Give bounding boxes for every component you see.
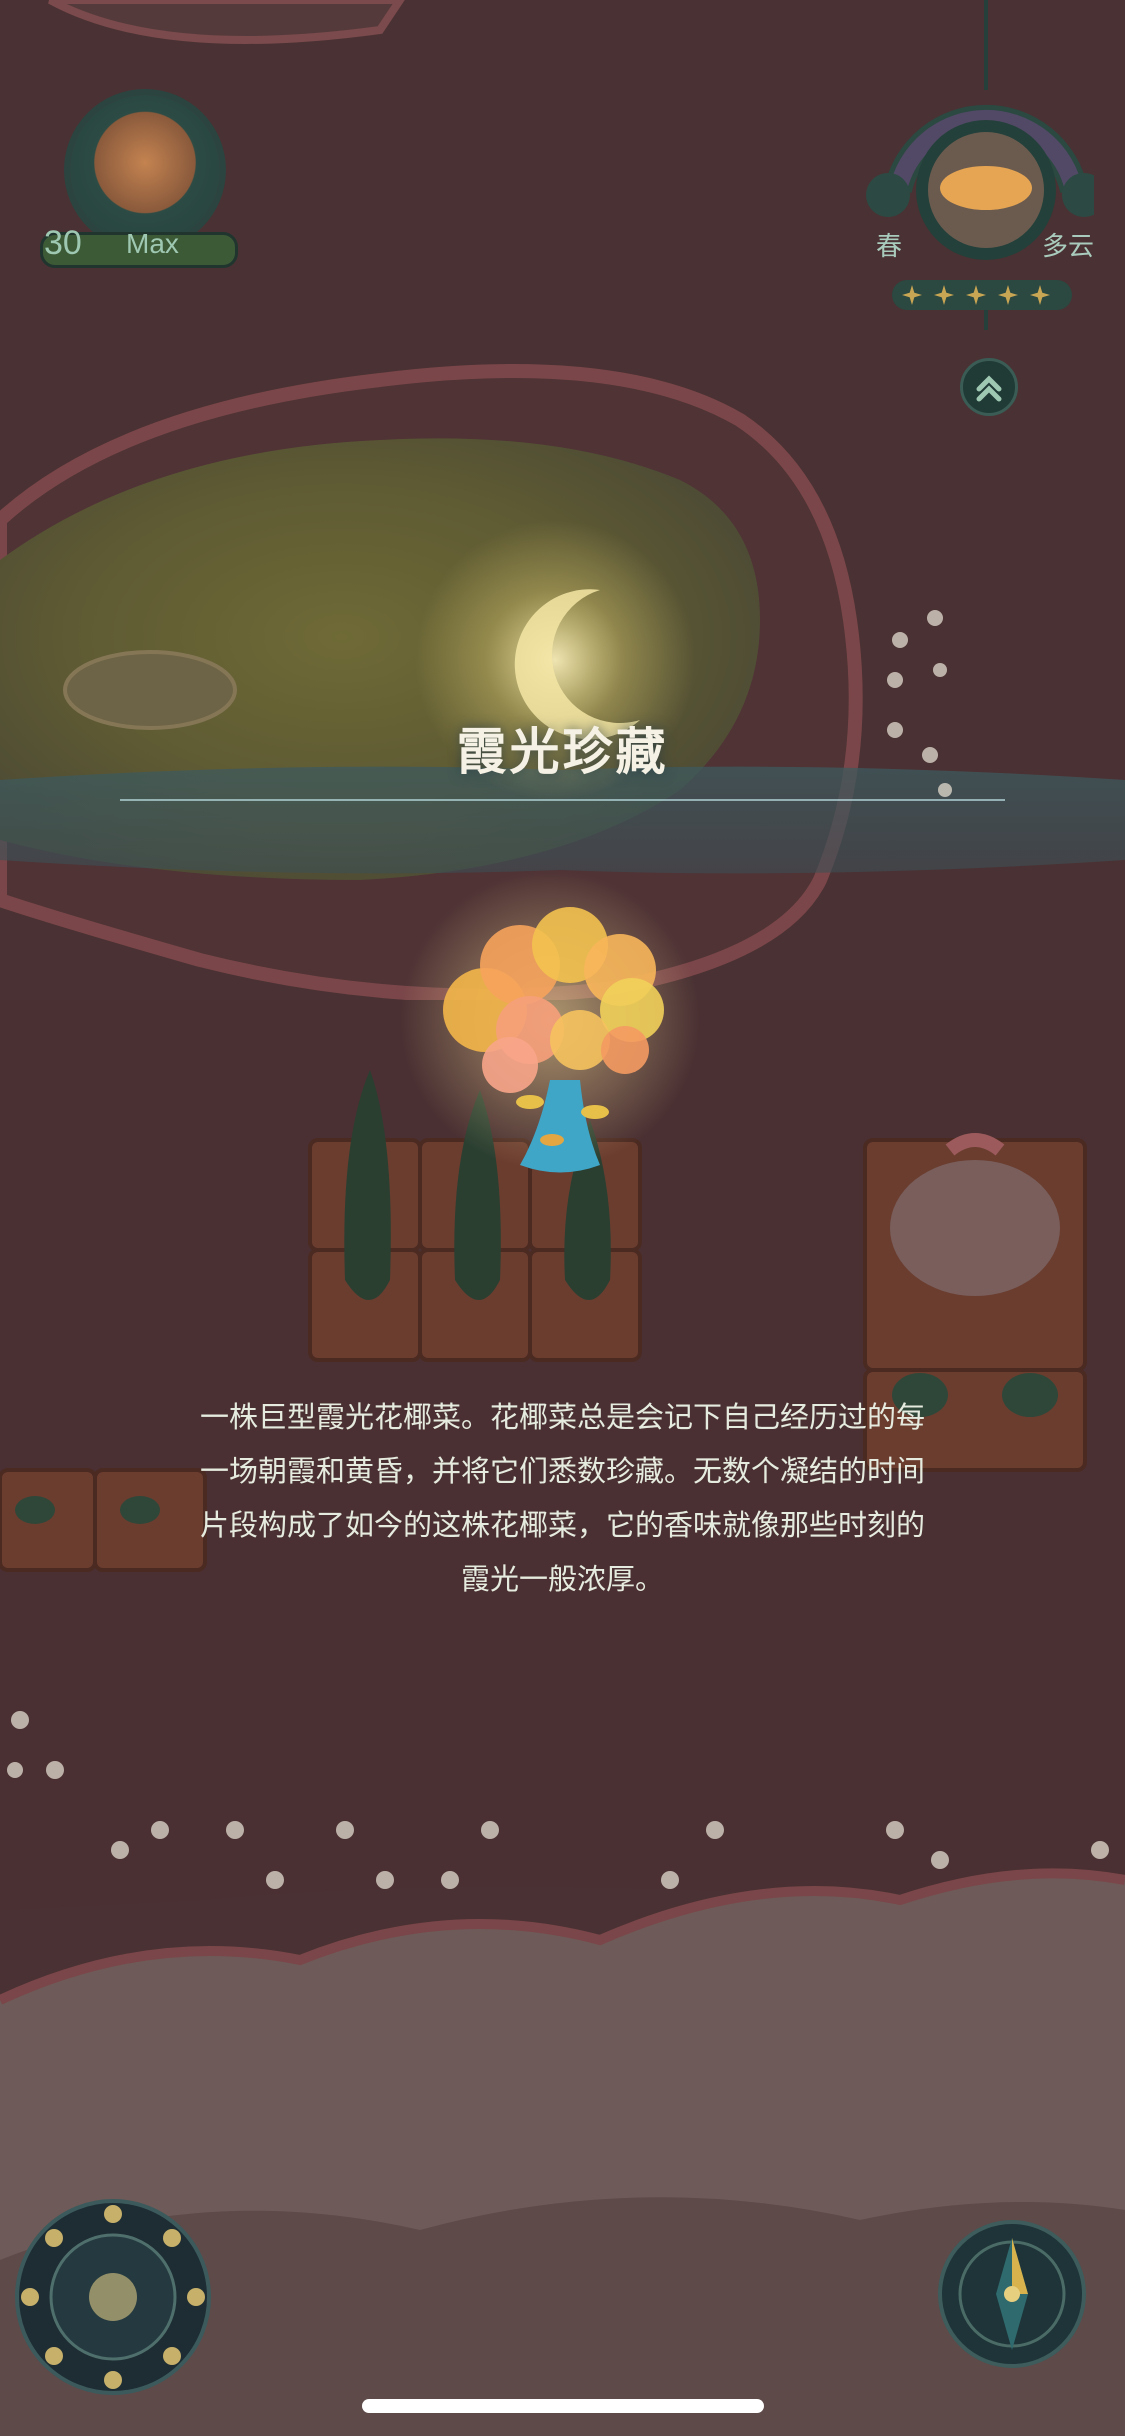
glowing-cauliflower-icon (400, 870, 700, 1173)
star-icon (902, 285, 922, 305)
expand-button[interactable] (960, 358, 1018, 416)
compass-button[interactable] (936, 2218, 1088, 2370)
level-status: Max (126, 228, 179, 259)
moon-phase-menu-icon (15, 2199, 211, 2395)
season-weather-dial-icon[interactable] (858, 0, 1094, 330)
item-description: 一株巨型霞光花椰菜。花椰菜总是会记下自己经历过的每 一场朝霞和黄昏，并将它们悉数… (110, 1390, 1015, 1606)
weather-label: 多云 (1042, 232, 1095, 262)
player-level: 30 (44, 224, 82, 262)
star-icon (998, 285, 1018, 305)
cat-avatar-icon[interactable] (70, 95, 220, 245)
chevron-up-icon (976, 375, 1002, 402)
description-line: 一场朝霞和黄昏，并将它们悉数珍藏。无数个凝结的时间 (199, 1454, 925, 1488)
moon-menu-button[interactable] (14, 2198, 212, 2396)
description-line: 霞光一般浓厚。 (460, 1562, 664, 1596)
star-icon (1030, 285, 1050, 305)
season-label: 春 (876, 232, 903, 262)
description-line: 片段构成了如今的这株花椰菜，它的香味就像那些时刻的 (199, 1508, 925, 1542)
home-indicator[interactable] (362, 2399, 764, 2413)
item-title: 霞光珍藏 (456, 723, 669, 781)
star-icon (934, 285, 954, 305)
description-line: 一株巨型霞光花椰菜。花椰菜总是会记下自己经历过的每 (199, 1400, 925, 1434)
season-star-rating (900, 283, 1052, 307)
compass-icon (938, 2220, 1086, 2368)
star-icon (966, 285, 986, 305)
